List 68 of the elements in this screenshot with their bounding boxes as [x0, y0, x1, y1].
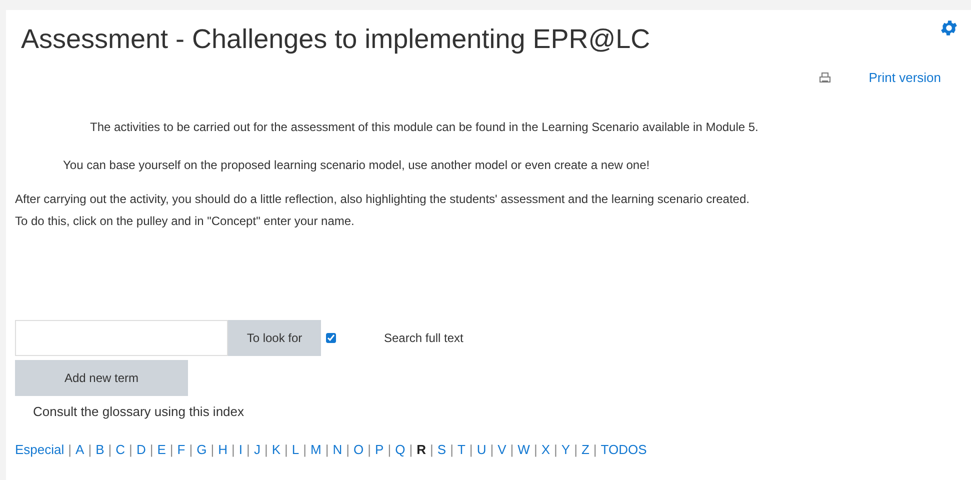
instruction-text: You can base yourself on the proposed learning scenario model, use another model or even create a new one! — [62, 156, 651, 174]
separator: | — [284, 441, 288, 459]
index-letter[interactable]: U — [476, 440, 486, 460]
index-letter[interactable]: L — [292, 440, 300, 460]
separator: | — [232, 441, 235, 459]
index-letter[interactable]: S — [437, 440, 446, 460]
index-letter[interactable]: TODOS — [600, 440, 647, 460]
separator: | — [210, 441, 214, 459]
index-letter[interactable]: N — [332, 440, 342, 460]
separator: | — [450, 441, 454, 459]
separator: | — [346, 441, 350, 459]
print-version-link[interactable]: Print version — [868, 68, 941, 88]
index-letter[interactable]: A — [76, 440, 84, 460]
separator: | — [388, 441, 392, 459]
full-text-checkbox[interactable] — [326, 332, 336, 342]
separator: | — [490, 441, 494, 459]
index-letter[interactable]: D — [136, 440, 146, 460]
separator: | — [409, 441, 413, 459]
separator: | — [170, 441, 174, 459]
separator: | — [469, 441, 473, 459]
search-field[interactable] — [15, 320, 228, 356]
index-letter[interactable]: P — [375, 440, 384, 460]
search-button[interactable]: To look for — [228, 320, 321, 356]
separator: | — [303, 441, 307, 459]
index-letter[interactable]: J — [254, 440, 260, 460]
index-letter[interactable]: Q — [395, 440, 406, 460]
page-title: Assessment - Challenges to implementing EPR@LC — [20, 23, 652, 56]
add-term-button[interactable]: Add new term — [15, 360, 188, 396]
separator: | — [554, 441, 558, 459]
index-letter[interactable]: X — [541, 440, 550, 460]
index-letter[interactable]: E — [157, 440, 166, 460]
separator: | — [150, 441, 154, 459]
separator: | — [574, 441, 578, 459]
separator: | — [430, 441, 434, 459]
index-letter[interactable]: Especial — [15, 440, 64, 460]
separator: | — [534, 441, 538, 459]
index-letter[interactable]: C — [116, 440, 126, 460]
instruction-text: After carrying out the activity, you should do a little reflection, also highlighting the students' assessment and the learning scenario created. To do this, click on the pulley and in "Concept" enter your name. — [15, 190, 750, 230]
index-letter[interactable]: G — [196, 440, 207, 460]
index-caption: Consult the glossary using this index — [32, 402, 246, 421]
index-letter[interactable]: R — [416, 440, 426, 460]
index-letter[interactable]: W — [518, 440, 530, 460]
separator: | — [510, 441, 514, 459]
index-letter[interactable]: V — [498, 440, 506, 460]
index-letter[interactable]: Y — [561, 440, 570, 460]
full-text-label: Search full text — [384, 330, 464, 346]
index-letter[interactable]: T — [457, 440, 466, 460]
index-letter[interactable]: Z — [581, 440, 590, 460]
separator: | — [246, 441, 250, 459]
index-letter[interactable]: I — [238, 440, 243, 460]
separator: | — [108, 441, 112, 459]
index-letter[interactable]: M — [310, 440, 322, 460]
index-letter[interactable]: H — [218, 440, 228, 460]
separator: | — [129, 441, 132, 459]
separator: | — [325, 441, 329, 459]
separator: | — [189, 441, 193, 459]
settings-icon[interactable] — [939, 18, 959, 38]
separator: | — [68, 441, 72, 459]
index-letter[interactable]: B — [96, 440, 104, 460]
index-letter[interactable]: K — [272, 440, 280, 460]
separator: | — [593, 441, 597, 459]
separator: | — [264, 441, 268, 459]
separator: | — [368, 441, 372, 459]
instruction-text: The activities to be carried out for the assessment of this module can be found in the Learning Scenario available in Module 5. — [89, 118, 760, 136]
index-letter[interactable]: O — [354, 440, 364, 460]
printer-icon — [818, 72, 831, 84]
index-letter[interactable]: F — [177, 440, 186, 460]
separator: | — [88, 441, 92, 459]
